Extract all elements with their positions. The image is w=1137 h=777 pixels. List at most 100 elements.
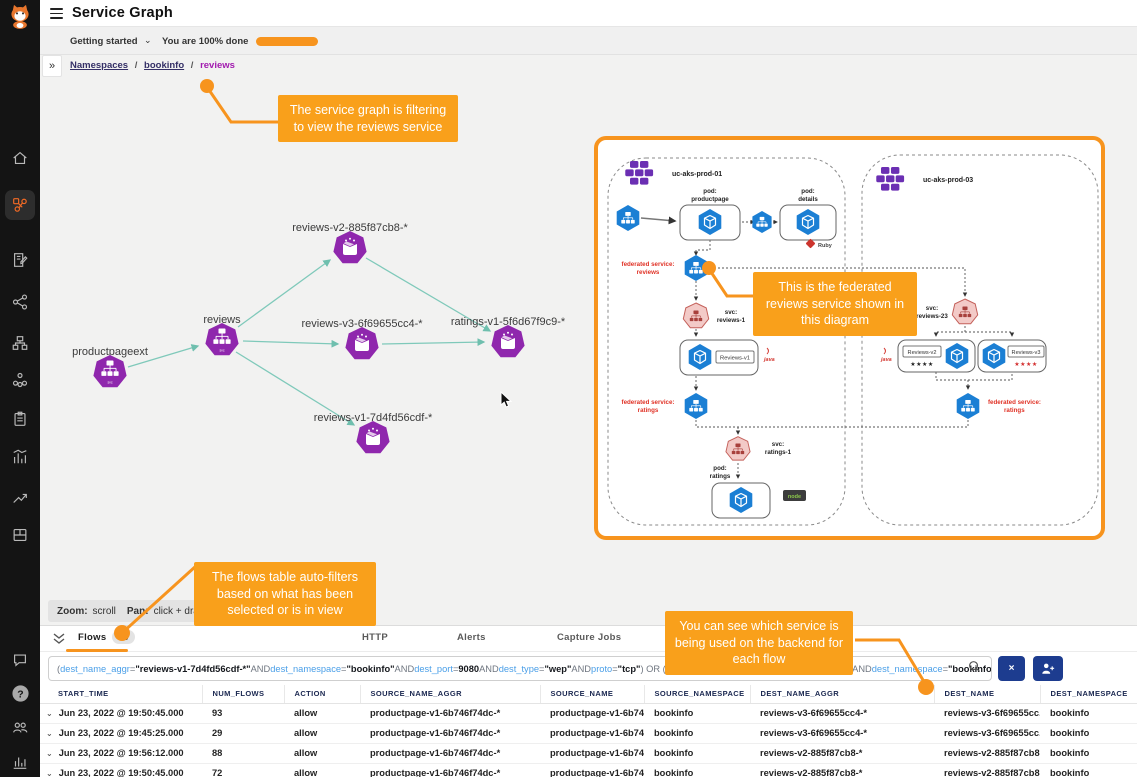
svg-text:Ruby: Ruby [818, 243, 833, 249]
sidebar-item-feedback[interactable] [8, 648, 32, 672]
sidebar-item-dashboards[interactable] [8, 445, 32, 469]
getting-started-bar: Getting started ⌄ You are 100% done [40, 27, 1137, 55]
table-row[interactable]: ⌄Jun 23, 2022 @ 19:45:25.000 29allow pro… [40, 723, 1137, 743]
cluster-nodes-icon [11, 371, 29, 389]
tab-flows[interactable]: Flows [78, 632, 106, 643]
clipboard-icon [11, 410, 29, 428]
org-tree-icon [11, 334, 29, 352]
table-row[interactable]: ⌄Jun 23, 2022 @ 19:56:12.000 88allow pro… [40, 743, 1137, 763]
sidebar-item-users[interactable] [8, 715, 32, 739]
col-source-name[interactable]: SOURCE_NAME [540, 685, 644, 703]
sidebar-item-storage[interactable] [8, 523, 32, 547]
sidebar-item-clusters[interactable] [8, 368, 32, 392]
help-icon: ? [11, 684, 30, 703]
row-expand-icon[interactable]: ⌄ [46, 769, 53, 777]
home-icon [11, 149, 29, 167]
collapse-panel-icon[interactable] [52, 632, 66, 645]
sidebar-item-compliance[interactable] [8, 407, 32, 431]
bar-chart-icon [11, 753, 29, 771]
cluster-boundary-prod-03 [862, 155, 1098, 525]
add-user-filter-button[interactable] [1033, 656, 1063, 681]
col-dest-name-aggr[interactable]: DEST_NAME_AGGR [750, 685, 934, 703]
pod-details-label: pod:details [798, 188, 818, 203]
graph-node-reviews[interactable] [205, 323, 238, 355]
sidebar-item-home[interactable] [8, 146, 32, 170]
flows-panel: Flows 20 HTTP Alerts Capture Jobs (dest_… [40, 625, 1137, 777]
pod-ratings-label: pod:ratings [710, 465, 731, 480]
pod-productpage-label: pod:productpage [691, 188, 729, 203]
col-dest-namespace[interactable]: DEST_NAMESPACE [1040, 685, 1137, 703]
svc-ratings-1-label: svc:ratings-1 [765, 441, 792, 456]
getting-started-dropdown[interactable]: Getting started [70, 36, 138, 47]
users-group-icon [11, 718, 29, 736]
svg-text:?: ? [17, 689, 23, 700]
hamburger-menu-icon[interactable] [50, 8, 63, 19]
sidebar-item-help[interactable]: ? [8, 681, 32, 705]
svg-text:node: node [788, 494, 801, 500]
sidebar-item-reports[interactable] [8, 750, 32, 774]
sidebar-item-policies[interactable] [8, 248, 32, 272]
callout-federated-service: This is the federated reviews service sh… [753, 272, 917, 336]
svc-ratings-1-node [726, 437, 750, 460]
svc-reviews-23-node [952, 299, 977, 324]
search-icon[interactable] [968, 660, 981, 673]
graph-node-ratings-v1[interactable] [491, 325, 524, 357]
tab-capture-jobs[interactable]: Capture Jobs [557, 632, 621, 643]
row-expand-icon[interactable]: ⌄ [46, 709, 53, 718]
col-num-flows[interactable]: NUM_FLOWS [202, 685, 284, 703]
federated-service-reviews-hex [685, 255, 708, 281]
policy-document-icon [11, 251, 29, 269]
chevron-down-icon[interactable]: ⌄ [144, 35, 152, 46]
sidebar-item-service-graph[interactable] [5, 190, 35, 220]
sidebar-item-trends[interactable] [8, 486, 32, 510]
clear-filter-button[interactable]: × [998, 656, 1025, 681]
diagram-service-hex [752, 211, 771, 233]
sidebar-item-network[interactable] [8, 290, 32, 314]
chat-bubble-icon [11, 651, 29, 669]
col-start-time[interactable]: START_TIME [40, 685, 202, 703]
sidebar: ? [0, 0, 40, 777]
archive-box-icon [11, 526, 29, 544]
rating-stars-black: ★★★★ [910, 361, 934, 368]
graph-node-reviews-v3[interactable] [345, 327, 378, 359]
svg-text:Reviews-v2: Reviews-v2 [908, 350, 937, 356]
architecture-diagram: uc-aks-prod-01 uc-aks-prod-03 pod:produc… [598, 140, 1101, 536]
svg-text:java: java [880, 357, 892, 363]
svc-reviews-1-node [683, 303, 708, 328]
flows-table: START_TIME NUM_FLOWS ACTION SOURCE_NAME_… [40, 685, 1137, 777]
stats-bars-icon [11, 448, 29, 466]
graph-node-reviews-v1[interactable] [356, 421, 389, 453]
table-header-row: START_TIME NUM_FLOWS ACTION SOURCE_NAME_… [40, 685, 1137, 703]
app-logo-cat-icon[interactable] [8, 4, 32, 28]
callout-backend-service: You can see which service is being used … [665, 611, 853, 675]
table-row[interactable]: ⌄Jun 23, 2022 @ 19:50:45.000 93allow pro… [40, 703, 1137, 723]
graph-node-reviews-v2[interactable] [333, 231, 366, 263]
col-source-namespace[interactable]: SOURCE_NAMESPACE [644, 685, 750, 703]
flows-count-badge: 20 [112, 630, 135, 644]
top-bar: Service Graph [40, 0, 1137, 27]
java-logo: java [880, 348, 892, 363]
tabs-bar: Flows 20 HTTP Alerts Capture Jobs [40, 626, 1137, 652]
col-source-name-aggr[interactable]: SOURCE_NAME_AGGR [360, 685, 540, 703]
svg-text:java: java [763, 357, 775, 363]
tab-http[interactable]: HTTP [362, 632, 388, 643]
svg-text:Reviews-v3: Reviews-v3 [1012, 350, 1041, 356]
row-expand-icon[interactable]: ⌄ [46, 729, 53, 738]
tab-alerts[interactable]: Alerts [457, 632, 486, 643]
graph-node-productpageext[interactable] [93, 355, 126, 387]
diagram-service-hex [617, 205, 640, 231]
federated-service-ratings-left-label: federated service:ratings [622, 399, 675, 414]
callout-filtering: The service graph is filtering to view t… [278, 95, 458, 142]
active-tab-underline [66, 649, 128, 652]
svg-text:Reviews-v1: Reviews-v1 [720, 356, 750, 362]
col-dest-name[interactable]: DEST_NAME [934, 685, 1040, 703]
table-row[interactable]: ⌄Jun 23, 2022 @ 19:50:45.000 72allow pro… [40, 763, 1137, 777]
row-expand-icon[interactable]: ⌄ [46, 749, 53, 758]
col-action[interactable]: ACTION [284, 685, 360, 703]
person-add-icon [1041, 662, 1055, 675]
service-graph-icon [11, 196, 29, 214]
architecture-diagram-panel: uc-aks-prod-01 uc-aks-prod-03 pod:produc… [594, 136, 1105, 540]
federated-service-ratings-right-label: federated service:ratings [988, 399, 1041, 414]
onboarding-status: You are 100% done [162, 36, 248, 47]
sidebar-item-hierarchy[interactable] [8, 331, 32, 355]
